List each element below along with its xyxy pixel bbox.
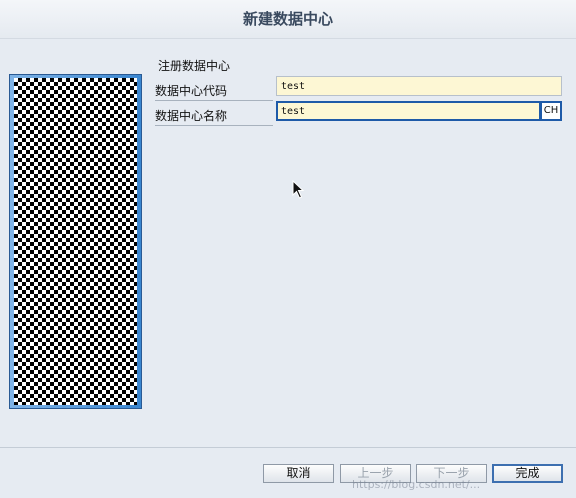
section-label: 注册数据中心 xyxy=(158,59,231,73)
datacenter-name-label: 数据中心名称 xyxy=(155,107,273,126)
finish-button[interactable]: 完成 xyxy=(492,464,563,483)
datacenter-name-input[interactable] xyxy=(276,101,541,121)
wizard-side-panel xyxy=(9,74,142,409)
cancel-button[interactable]: 取消 xyxy=(263,464,334,483)
dialog-header: 新建数据中心 xyxy=(0,0,576,39)
mouse-pointer-icon xyxy=(292,180,305,199)
watermark: https://blog.csdn.net/... xyxy=(352,478,481,491)
datacenter-code-label: 数据中心代码 xyxy=(155,82,273,101)
dialog-title: 新建数据中心 xyxy=(242,10,333,28)
footer-divider xyxy=(0,447,576,448)
placeholder-image xyxy=(14,78,137,405)
input-method-indicator[interactable]: CH xyxy=(541,101,562,121)
datacenter-code-input[interactable] xyxy=(276,76,562,96)
